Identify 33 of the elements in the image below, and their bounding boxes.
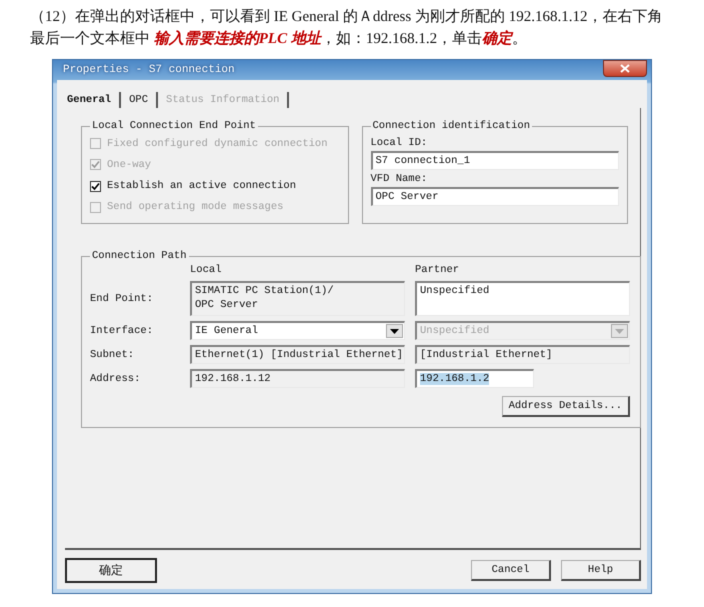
window-title: Properties - S7 connection	[62, 64, 235, 76]
group-title: Connection identification	[372, 120, 532, 132]
checkbox-label: Send operating mode messages	[107, 201, 284, 214]
close-icon	[620, 64, 630, 73]
dialog-button[interactable]: Help	[561, 560, 641, 581]
row-label: Address:	[90, 372, 142, 384]
subnet-field: Ethernet(1) [Industrial Ethernet]	[190, 345, 405, 364]
end-point-field[interactable]: Unspecified	[415, 281, 630, 316]
checkbox[interactable]	[90, 180, 101, 192]
checkbox-label: Establish an active connection	[107, 180, 296, 192]
instruction-text: （12）在弹出的对话框中，可以看到 IE General 的Ａddress 为刚才所配的 192.168.1.12，在右下角最后一个文本框中 输入需要连接的PLC 地址，如：192.168.1.2，单击确定。	[29, 8, 664, 49]
checkbox-label: One-way	[107, 158, 152, 171]
group-title: Local Connection End Point	[91, 120, 257, 132]
local-id-field[interactable]: S7 connection_1	[370, 151, 619, 170]
field-label: VFD Name:	[370, 172, 428, 187]
interface-dropdown[interactable]: IE General	[190, 321, 405, 340]
close-button[interactable]	[603, 60, 647, 77]
checkbox-label: Fixed configured dynamic connection	[107, 138, 328, 150]
dialog-button[interactable]: 确定	[65, 558, 157, 583]
row-label: Interface:	[90, 324, 154, 336]
vfd-name-field[interactable]: OPC Server	[370, 187, 619, 206]
tab[interactable]: OPC	[121, 92, 158, 108]
group-title: Connection Path	[91, 250, 188, 262]
column-heading: Partner	[415, 263, 460, 276]
row-label: End Point:	[90, 292, 154, 304]
column-heading: Local	[190, 263, 223, 276]
field-label: Local ID:	[370, 136, 428, 151]
address-details-button[interactable]: Address Details...	[502, 396, 630, 417]
address-field[interactable]: 192.168.1.2	[415, 369, 534, 388]
subnet-field: [Industrial Ethernet]	[415, 345, 630, 364]
tab[interactable]: General	[65, 92, 122, 108]
dialog-button[interactable]: Cancel	[471, 560, 551, 581]
row-label: Subnet:	[90, 348, 136, 360]
